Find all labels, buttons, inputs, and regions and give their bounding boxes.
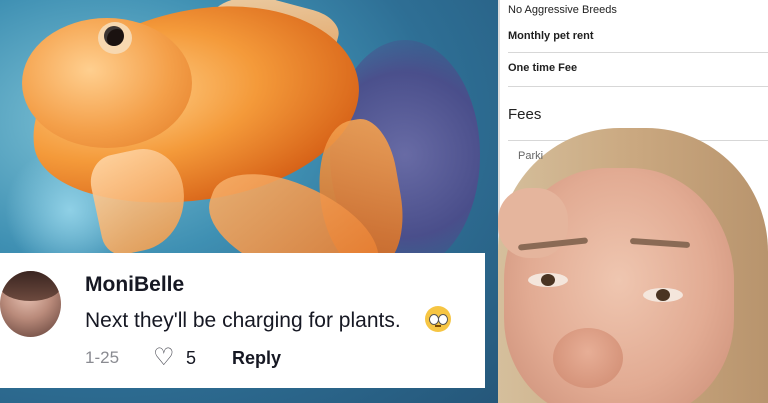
nose	[553, 328, 623, 388]
doc-row-parking: Parki	[518, 150, 544, 162]
comment-date: 1-25	[85, 348, 120, 367]
doc-line-breeds: No Aggressive Breeds	[508, 4, 617, 16]
comment-username[interactable]: MoniBelle	[85, 273, 184, 297]
eye	[643, 288, 683, 302]
like-count: 5	[186, 348, 197, 368]
divider	[508, 86, 768, 87]
reply-button[interactable]: Reply	[232, 348, 281, 369]
person-video	[498, 128, 768, 403]
comment-card: MoniBelle Next they'll be charging for p…	[0, 253, 485, 388]
doc-line-monthly-rent: Monthly pet rent	[508, 30, 594, 42]
divider	[508, 52, 768, 53]
comment-text: Next they'll be charging for plants.	[85, 309, 401, 332]
eye-roll-emoji-icon	[425, 306, 451, 332]
fees-heading: Fees	[508, 106, 542, 123]
fish-pupil	[104, 26, 124, 46]
doc-line-one-time-fee: One time Fee	[508, 62, 578, 74]
avatar[interactable]	[0, 271, 61, 337]
heart-icon[interactable]: ♡	[153, 346, 179, 370]
eye	[528, 273, 568, 287]
